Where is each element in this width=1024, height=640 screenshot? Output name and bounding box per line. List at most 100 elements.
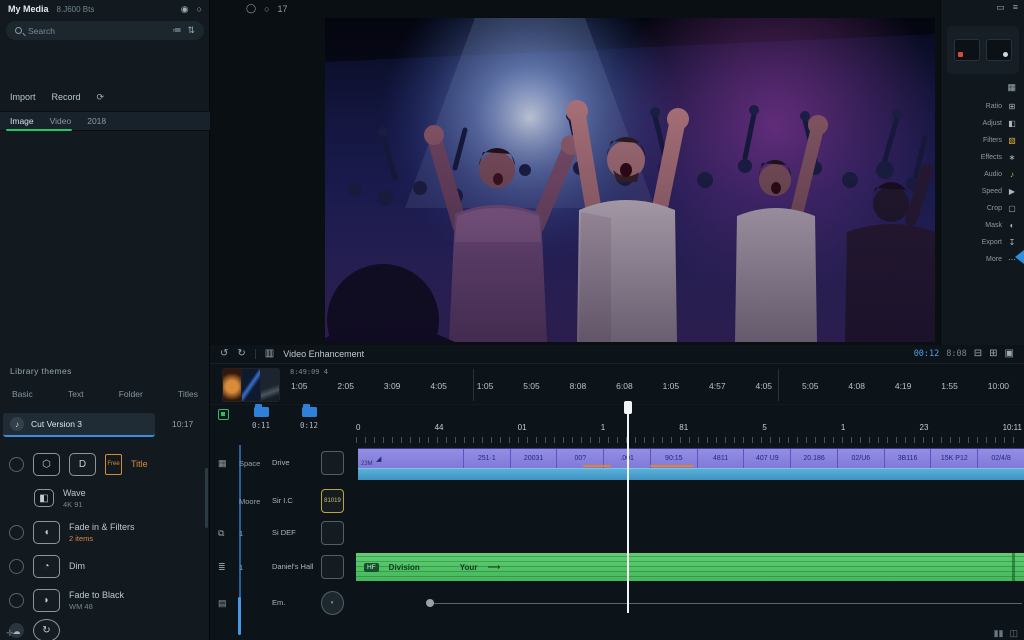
record-icon[interactable]: ◉	[181, 5, 189, 14]
zoom-out-icon[interactable]: ⊟	[974, 349, 982, 359]
fit-icon[interactable]: ▣	[1005, 349, 1014, 359]
ruler-group-divider	[473, 369, 474, 401]
item-sub-label: WM 48	[69, 602, 124, 611]
filter-icon[interactable]: ≔	[172, 26, 181, 35]
zoom-in-icon[interactable]: ⊞	[989, 349, 997, 359]
timeline-marker[interactable]	[254, 407, 269, 417]
preview-area: ◯ ○ 17	[210, 0, 940, 345]
dot-icon[interactable]: ○	[264, 4, 269, 14]
current-timecode: 00:12	[914, 349, 940, 359]
tool-item-crop[interactable]: Crop▢	[941, 202, 1024, 215]
list-item[interactable]: ⬡ D Free Title	[0, 448, 210, 480]
list-item[interactable]: ◗ Fade to Black WM 48	[0, 584, 210, 616]
audio-clip-label: Division	[389, 563, 420, 572]
filmstrip-thumb	[223, 369, 241, 401]
preview-counter: 17	[278, 4, 288, 14]
track-ruler-labels[interactable]: 044 011 815 123 10:11	[356, 423, 1022, 432]
item-checkbox[interactable]	[9, 525, 24, 540]
item-checkbox[interactable]	[9, 593, 24, 608]
total-timecode: 8:08	[946, 349, 966, 359]
subtab-year[interactable]: 2018	[87, 116, 106, 126]
list-item[interactable]: ◖ Fade in & Filters 2 items	[0, 516, 210, 548]
mask-icon: ◐	[1007, 221, 1017, 230]
properties-panel: ▭ ≡ ▦ Ratio⊞ Adjust◧ Filters▧ Effects∗ A…	[940, 0, 1024, 345]
tool-item-adjust[interactable]: Adjust◧	[941, 117, 1024, 130]
track-thumb[interactable]	[321, 555, 344, 579]
subtab-image[interactable]: Image	[10, 116, 34, 126]
timeline-marker[interactable]	[302, 407, 317, 417]
panel-icon-a[interactable]: ▭	[996, 2, 1005, 13]
refresh-icon[interactable]: ⟳	[97, 93, 105, 102]
track-header-overlay[interactable]: Moore Sir I.C 81019	[210, 489, 356, 513]
selected-library-item[interactable]: ♪ Cut Version 3	[3, 413, 155, 437]
clip-pair-card[interactable]	[947, 26, 1019, 74]
track-header-video[interactable]: ▦ Space Drive	[210, 451, 356, 475]
tool-item-filters[interactable]: Filters▧	[941, 134, 1024, 147]
track-header-extra[interactable]: ▤ Em. ◐	[210, 591, 356, 615]
grid-mini-icon[interactable]: ▦	[1007, 82, 1016, 93]
pin-dot-icon	[1003, 52, 1008, 57]
item-checkbox[interactable]	[9, 559, 24, 574]
library-tab-basic[interactable]: Basic	[12, 389, 33, 399]
video-preview[interactable]	[325, 18, 935, 342]
list-item[interactable]: ◔ Dim	[0, 550, 210, 582]
track-thumb[interactable]	[321, 451, 344, 475]
linked-audio-strip[interactable]	[358, 468, 1024, 480]
tool-item-effects[interactable]: Effects∗	[941, 151, 1024, 164]
red-dot-icon	[958, 52, 963, 57]
track-ruler-ticks[interactable]	[356, 437, 1022, 443]
media-tabs: Import Record ⟳	[0, 92, 210, 102]
timecode-strip: 8:49:09 4 1:052:05 3:094:05 1:055:05 8:0…	[210, 365, 1024, 405]
filters-icon: ▧	[1007, 136, 1017, 145]
library-tabs: Basic Text Folder Titles	[0, 389, 210, 399]
clip-thumb-a[interactable]	[954, 39, 980, 61]
video-clip[interactable]: ◢ 251·1 20031 00? .001 90:15 4811 407 U9…	[358, 448, 1024, 468]
library-tab-text[interactable]: Text	[68, 389, 84, 399]
media-panel: My Media 8.J600 Bts ◉ ○ Search ≔ ⇅ Impor…	[0, 0, 210, 640]
panel-icon-b[interactable]: ≡	[1013, 2, 1018, 13]
track-enable-checkbox[interactable]	[218, 409, 229, 420]
tool-item-speed[interactable]: Speed▶	[941, 185, 1024, 198]
automation-handle[interactable]	[426, 599, 434, 607]
track-header-music[interactable]: ≣ 1 Daniel's Hall	[210, 555, 356, 579]
panel-collapse-arrow[interactable]	[1015, 250, 1024, 264]
frame-icon[interactable]: ◫	[1009, 628, 1018, 639]
tool-item-audio[interactable]: Audio♪	[941, 168, 1024, 181]
clip-duration-tooltip: 8:49:09 4	[290, 368, 328, 376]
chat-icon[interactable]: ◯	[246, 3, 256, 14]
user-icon[interactable]: ○	[197, 5, 202, 14]
dim-thumb-icon: ◔	[33, 555, 60, 578]
ratio-icon: ⊞	[1007, 102, 1017, 111]
anchor-icon[interactable]: ✛	[6, 628, 14, 639]
tool-item-mask[interactable]: Mask◐	[941, 219, 1024, 232]
clip-filmstrip[interactable]	[222, 368, 280, 402]
track-header-text[interactable]: ⧉ 1 Si DEF	[210, 521, 356, 545]
media-panel-header: My Media 8.J600 Bts ◉ ○	[0, 0, 210, 18]
audio-clip[interactable]: HF Division Your ⟶	[356, 553, 1024, 581]
music-note-icon: ♪	[10, 417, 24, 431]
track-thumb[interactable]	[321, 521, 344, 545]
undo-icon[interactable]: ↺	[220, 349, 228, 359]
arrow-right-icon: ⟶	[487, 562, 500, 573]
tool-item-ratio[interactable]: Ratio⊞	[941, 100, 1024, 113]
panel-scrollbar[interactable]	[205, 468, 208, 528]
split-icon[interactable]: ▥	[265, 349, 274, 359]
library-tab-titles[interactable]: Titles	[178, 389, 198, 399]
sort-icon[interactable]: ⇅	[187, 26, 195, 35]
library-tab-folder[interactable]: Folder	[119, 389, 143, 399]
clip-thumb-b[interactable]	[986, 39, 1012, 61]
item-checkbox[interactable]	[9, 457, 24, 472]
timecode-ruler[interactable]: 1:052:05 3:094:05 1:055:05 8:086:08 1:05…	[276, 381, 1024, 391]
tab-import[interactable]: Import	[10, 92, 36, 102]
list-item[interactable]: ◧ Wave 4K 91	[0, 482, 210, 514]
tool-item-more[interactable]: More⋯	[941, 253, 1024, 266]
tab-record[interactable]: Record	[52, 92, 81, 102]
automation-line[interactable]	[430, 603, 1022, 604]
subtab-video[interactable]: Video	[50, 116, 72, 126]
bars-icon[interactable]: ▮▮	[994, 628, 1004, 639]
playhead[interactable]	[627, 405, 629, 613]
redo-icon[interactable]: ↻	[237, 349, 245, 359]
search-input[interactable]: Search ≔ ⇅	[6, 21, 204, 40]
tool-item-export[interactable]: Export↧	[941, 236, 1024, 249]
track-thumb[interactable]: 81019	[321, 489, 344, 513]
